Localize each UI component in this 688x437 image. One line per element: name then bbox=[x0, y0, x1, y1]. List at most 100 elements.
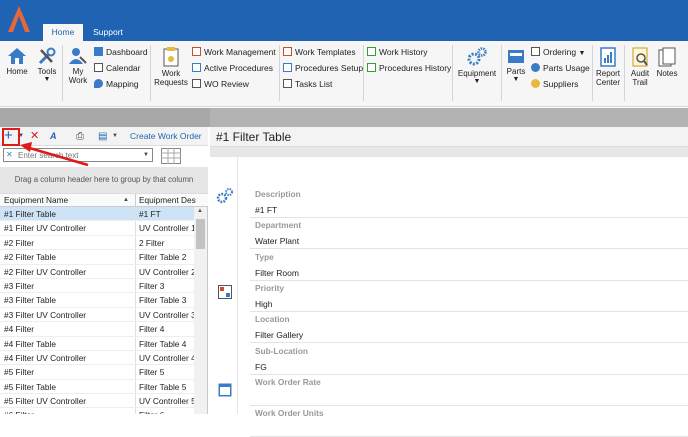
table-row[interactable]: #4 Filter UV Controller UV Controller 4 bbox=[0, 350, 194, 366]
cell-equipment-name: #4 Filter Table bbox=[4, 338, 56, 349]
scrollbar-thumb[interactable] bbox=[196, 219, 205, 249]
group-by-hint[interactable]: Drag a column header here to group by th… bbox=[0, 167, 208, 193]
table-row[interactable]: #1 Filter Table #1 FT bbox=[0, 207, 194, 222]
gears-icon[interactable] bbox=[216, 187, 234, 205]
export-icon[interactable]: ▤ bbox=[98, 129, 107, 144]
field-value[interactable]: #1 FT bbox=[255, 205, 277, 215]
search-dropdown-icon[interactable]: ▼ bbox=[143, 149, 149, 161]
tab-home[interactable]: Home bbox=[43, 24, 83, 41]
my-work-icon bbox=[69, 48, 87, 64]
column-header-equipment-name[interactable]: Equipment Name bbox=[4, 194, 68, 207]
field-value[interactable]: Filter Gallery bbox=[255, 330, 303, 340]
spell-check-icon[interactable]: A bbox=[50, 129, 57, 144]
tools-button[interactable]: Tools ▼ bbox=[34, 47, 60, 84]
cell-equipment-description: Filter Table 3 bbox=[139, 295, 187, 306]
audit-trail-icon bbox=[632, 47, 648, 67]
mapping-button[interactable]: Mapping bbox=[94, 78, 139, 91]
print-icon[interactable]: ⎙ bbox=[76, 129, 84, 144]
work-templates-label: Work Templates bbox=[295, 47, 356, 57]
clear-search-icon[interactable]: ✕ bbox=[6, 149, 13, 161]
app-logo-icon bbox=[8, 6, 30, 32]
home-button[interactable]: Home bbox=[4, 47, 30, 76]
field-label: Work Order Rate bbox=[255, 376, 321, 387]
active-procedures-button[interactable]: Active Procedures bbox=[192, 62, 273, 75]
work-management-label: Work Management bbox=[204, 47, 276, 57]
table-row[interactable]: #3 Filter UV Controller UV Controller 3 bbox=[0, 307, 194, 323]
work-management-button[interactable]: Work Management bbox=[192, 46, 276, 59]
table-row[interactable]: #5 Filter Table Filter Table 5 bbox=[0, 379, 194, 395]
cell-equipment-name: #3 Filter Table bbox=[4, 295, 56, 306]
cell-equipment-description: UV Controller 5 bbox=[139, 396, 194, 407]
procedures-setup-button[interactable]: Procedures Setup bbox=[283, 62, 363, 75]
vertical-scrollbar[interactable]: ▲ bbox=[194, 207, 207, 414]
cell-equipment-name: #4 Filter UV Controller bbox=[4, 352, 87, 363]
grid-view-icon[interactable] bbox=[161, 148, 181, 164]
work-requests-button[interactable]: Work Requests bbox=[153, 47, 189, 87]
notes-button[interactable]: Notes bbox=[655, 47, 679, 78]
procedures-setup-icon bbox=[283, 63, 292, 72]
my-work-label: My Work bbox=[68, 67, 88, 85]
table-row[interactable]: #2 Filter UV Controller UV Controller 2 bbox=[0, 264, 194, 279]
panel-gap-right bbox=[210, 108, 688, 127]
equipment-button[interactable]: Equipment ▼ bbox=[455, 47, 499, 86]
active-procedures-label: Active Procedures bbox=[204, 63, 273, 73]
my-work-button[interactable]: My Work bbox=[65, 47, 91, 85]
section-icon-column bbox=[210, 157, 238, 414]
calendar-button[interactable]: Calendar bbox=[94, 62, 141, 75]
report-center-button[interactable]: Report Center bbox=[594, 47, 622, 87]
field-label: Location bbox=[255, 314, 290, 325]
parts-button[interactable]: Parts ▼ bbox=[504, 47, 528, 84]
cell-equipment-description: Filter 4 bbox=[139, 324, 165, 335]
home-label: Home bbox=[6, 67, 28, 76]
export-dropdown-icon[interactable]: ▼ bbox=[112, 129, 118, 144]
field-value[interactable]: Water Plant bbox=[255, 236, 299, 246]
table-row[interactable]: #1 Filter UV Controller UV Controller 1 bbox=[0, 221, 194, 236]
settings-panel-icon[interactable] bbox=[218, 285, 232, 299]
cell-equipment-description: UV Controller 2 bbox=[139, 266, 194, 277]
table-row[interactable]: #4 Filter Filter 4 bbox=[0, 322, 194, 337]
column-header-equipment-description[interactable]: Equipment Des bbox=[139, 194, 196, 207]
dashboard-button[interactable]: Dashboard bbox=[94, 46, 148, 59]
field-value[interactable]: Filter Room bbox=[255, 268, 299, 278]
table-row[interactable]: #5 Filter Filter 5 bbox=[0, 365, 194, 380]
tab-support[interactable]: Support bbox=[86, 24, 130, 41]
field-label: Priority bbox=[255, 282, 285, 293]
table-row[interactable]: #4 Filter Table Filter Table 4 bbox=[0, 336, 194, 351]
window-panel-icon[interactable] bbox=[218, 383, 232, 397]
suppliers-button[interactable]: Suppliers bbox=[531, 78, 578, 91]
ordering-button[interactable]: Ordering ▼ bbox=[531, 46, 585, 59]
cell-equipment-name: #6 Filter bbox=[4, 408, 132, 414]
table-row[interactable]: #5 Filter UV Controller UV Controller 5 bbox=[0, 394, 194, 409]
parts-icon bbox=[508, 50, 524, 63]
audit-trail-button[interactable]: Audit Trail bbox=[626, 47, 654, 87]
dashboard-label: Dashboard bbox=[106, 47, 148, 57]
work-history-button[interactable]: Work History bbox=[367, 46, 428, 59]
notes-label: Notes bbox=[656, 69, 678, 78]
gears-icon bbox=[467, 47, 487, 66]
table-row[interactable]: #3 Filter Filter 3 bbox=[0, 278, 194, 294]
table-row[interactable]: #6 Filter Filter 6 bbox=[0, 408, 194, 414]
wo-review-button[interactable]: WO Review bbox=[192, 78, 249, 91]
search-row: ✕ ▼ bbox=[0, 146, 208, 167]
search-input[interactable] bbox=[18, 149, 136, 161]
procedures-history-button[interactable]: Procedures History bbox=[367, 62, 451, 75]
sort-asc-icon: ▲ bbox=[123, 197, 129, 203]
cell-equipment-name: #3 Filter bbox=[4, 280, 34, 291]
scroll-up-icon[interactable]: ▲ bbox=[197, 208, 203, 214]
table-row[interactable]: #2 Filter 2 Filter bbox=[0, 235, 194, 251]
list-toolbar: + ▼ ✕ A ⎙ ▤ ▼ Create Work Order bbox=[0, 127, 208, 146]
delete-icon[interactable]: ✕ bbox=[30, 129, 39, 144]
create-work-order-link[interactable]: Create Work Order bbox=[130, 129, 202, 144]
cell-equipment-name: #3 Filter UV Controller bbox=[4, 309, 87, 320]
field-value[interactable]: FG bbox=[255, 362, 267, 372]
parts-usage-button[interactable]: Parts Usage bbox=[531, 62, 590, 75]
parts-dropdown-icon: ▼ bbox=[512, 76, 520, 83]
equipment-rows: #1 Filter Table #1 FT #1 Filter UV Control… bbox=[0, 207, 194, 414]
field-value[interactable]: High bbox=[255, 299, 272, 309]
calendar-icon bbox=[94, 63, 103, 72]
search-box[interactable]: ✕ ▼ bbox=[3, 148, 153, 162]
table-row[interactable]: #3 Filter Table Filter Table 3 bbox=[0, 293, 194, 308]
table-row[interactable]: #2 Filter Table Filter Table 2 bbox=[0, 250, 194, 265]
work-templates-button[interactable]: Work Templates bbox=[283, 46, 356, 59]
tasks-list-button[interactable]: Tasks List bbox=[283, 78, 332, 91]
